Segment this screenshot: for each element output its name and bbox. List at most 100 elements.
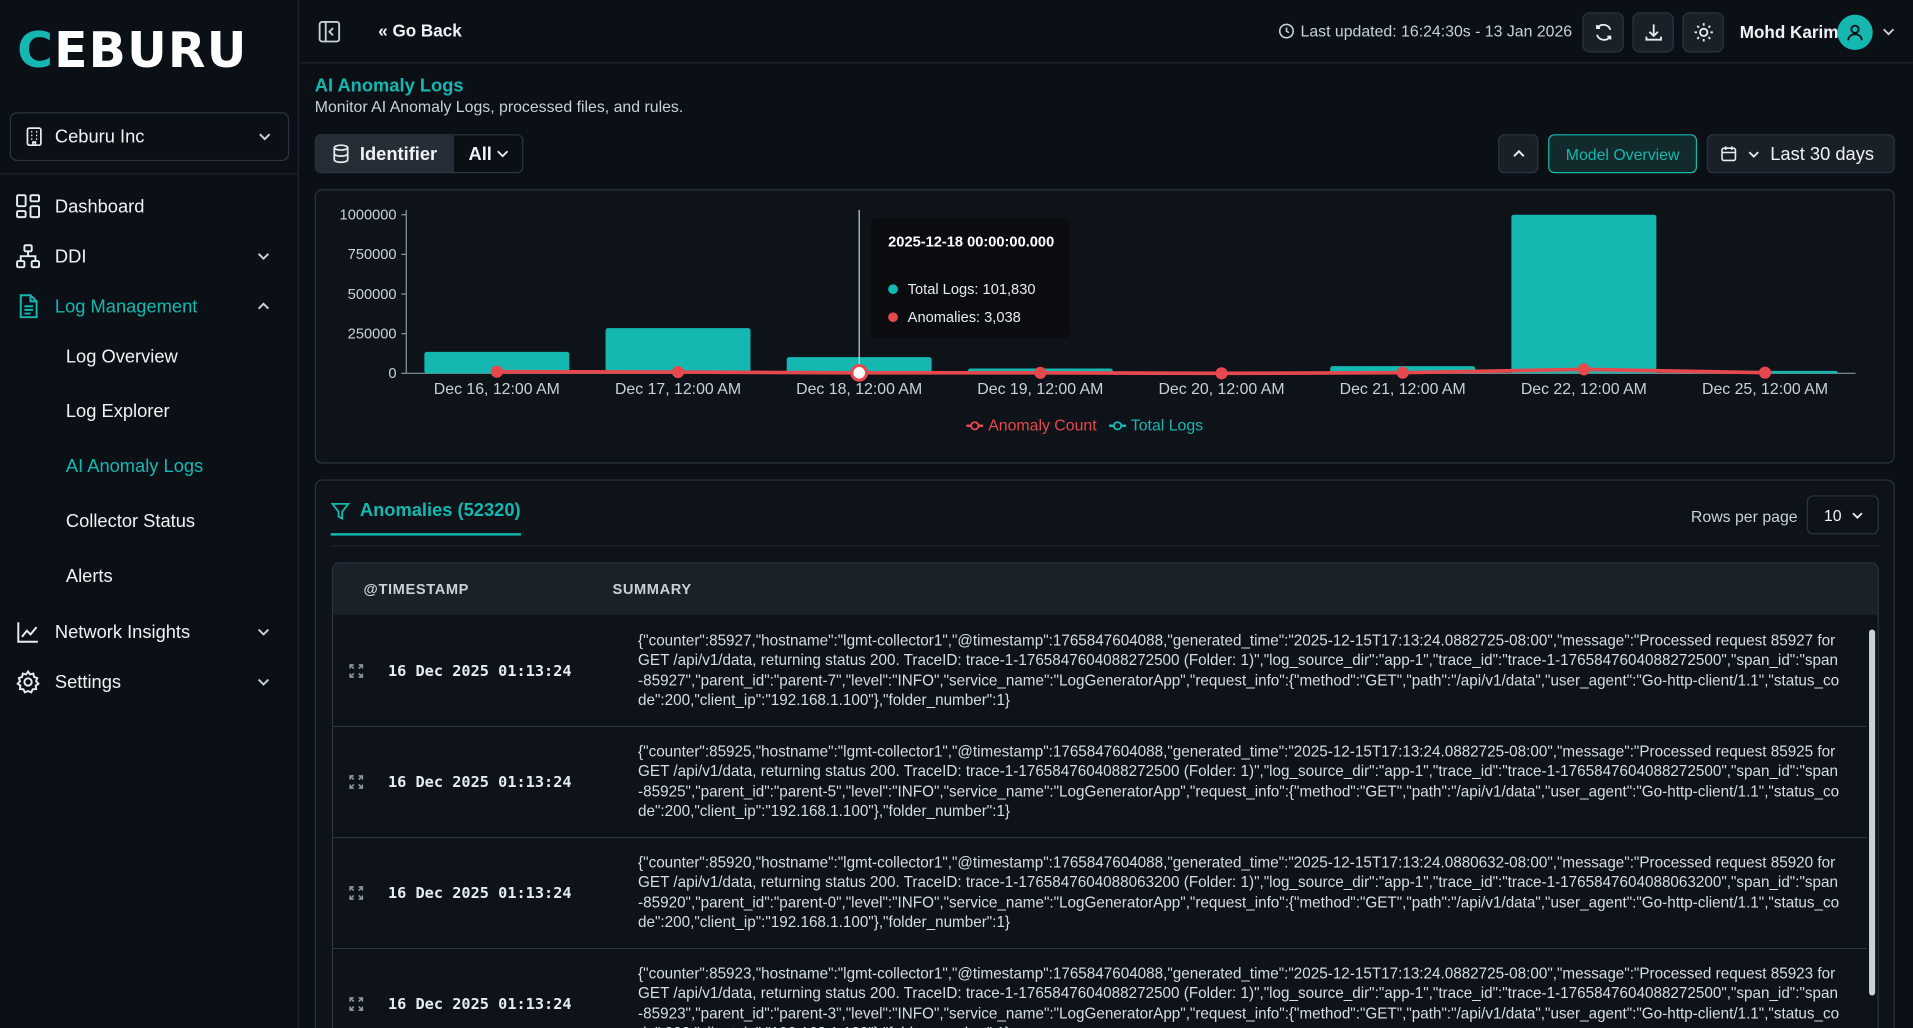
sidebar-item-ddi[interactable]: DDI bbox=[0, 234, 299, 278]
sidebar-subitem-alerts[interactable]: Alerts bbox=[66, 558, 113, 595]
tooltip-title: 2025-12-18 00:00:00.000 bbox=[888, 233, 1055, 251]
x-tick-label: Dec 21, 12:00 AM bbox=[1340, 381, 1466, 398]
identifier-filter: Identifier All bbox=[314, 134, 524, 174]
scrollbar-thumb[interactable] bbox=[1869, 629, 1876, 996]
row-summary: {"counter":85927,"hostname":"lgmt-collec… bbox=[638, 631, 1840, 709]
chevron-up-icon bbox=[1512, 149, 1524, 157]
rows-per-page-value: 10 bbox=[1823, 505, 1842, 524]
expand-icon[interactable] bbox=[348, 996, 365, 1013]
table-row[interactable]: 16 Dec 2025 01:13:24 {"counter":85925,"h… bbox=[333, 727, 1867, 839]
y-tick-label: 0 bbox=[388, 366, 396, 382]
sidebar-item-dashboard[interactable]: Dashboard bbox=[0, 184, 299, 228]
row-timestamp: 16 Dec 2025 01:13:24 bbox=[387, 994, 572, 1013]
table-row[interactable]: 16 Dec 2025 01:13:24 {"counter":85920,"h… bbox=[333, 838, 1867, 950]
theme-toggle-button[interactable] bbox=[1682, 12, 1724, 53]
chevron-down-icon bbox=[1852, 511, 1864, 519]
anomaly-dot-icon bbox=[888, 312, 898, 323]
sidebar-subitem-ai-anomaly-logs[interactable]: AI Anomaly Logs bbox=[66, 448, 203, 485]
anomalies-panel: Anomalies (52320) Rows per page 10 @TIME… bbox=[314, 479, 1895, 1028]
legend-total-logs[interactable]: Total Logs bbox=[1108, 416, 1204, 435]
document-icon bbox=[19, 294, 38, 319]
sidebar-subitem-log-explorer[interactable]: Log Explorer bbox=[66, 393, 170, 430]
column-header-timestamp[interactable]: @TIMESTAMP bbox=[364, 581, 470, 598]
building-icon bbox=[26, 127, 42, 147]
avatar[interactable] bbox=[1837, 14, 1873, 51]
y-tick-label: 1000000 bbox=[340, 208, 397, 224]
x-tick-label: Dec 22, 12:00 AM bbox=[1521, 381, 1647, 398]
expand-icon[interactable] bbox=[348, 662, 365, 679]
table-scrollbar[interactable] bbox=[1868, 617, 1878, 1007]
sidebar-subitem-log-overview[interactable]: Log Overview bbox=[66, 338, 178, 375]
expand-icon[interactable] bbox=[348, 885, 365, 902]
chevron-up-icon bbox=[257, 302, 270, 310]
rows-per-page-label: Rows per page bbox=[1690, 507, 1798, 526]
refresh-icon bbox=[1595, 23, 1611, 41]
x-tick-label: Dec 19, 12:00 AM bbox=[977, 381, 1103, 398]
legend-label: Total Logs bbox=[1130, 416, 1204, 435]
download-icon bbox=[1644, 24, 1662, 41]
chevron-down-icon bbox=[257, 678, 270, 686]
database-icon bbox=[333, 144, 349, 164]
filter-icon bbox=[330, 502, 351, 520]
table-row[interactable]: 16 Dec 2025 01:13:24 {"counter":85923,"h… bbox=[333, 949, 1867, 1028]
go-back-label: Go Back bbox=[392, 20, 462, 41]
expand-icon[interactable] bbox=[348, 773, 365, 790]
row-timestamp: 16 Dec 2025 01:13:24 bbox=[387, 772, 572, 791]
anomaly-point bbox=[1215, 367, 1228, 380]
row-summary: {"counter":85920,"hostname":"lgmt-collec… bbox=[638, 854, 1840, 931]
last-updated-text: Last updated: 16:24:30s - 13 Jan 2026 bbox=[1300, 21, 1573, 41]
sidebar-item-label: Log Management bbox=[54, 295, 198, 317]
user-name[interactable]: Mohd Karim bbox=[1740, 22, 1839, 42]
tooltip-anomalies: Anomalies: 3,038 bbox=[907, 308, 1021, 326]
legend-line-icon bbox=[966, 420, 984, 430]
topbar: « Go Back Last updated: 16:24:30s - 13 J… bbox=[300, 0, 1913, 64]
y-tick-label: 750000 bbox=[348, 247, 397, 263]
x-tick-label: Dec 25, 12:00 AM bbox=[1702, 381, 1828, 398]
table-header: @TIMESTAMP SUMMARY bbox=[333, 563, 1878, 615]
tooltip-total: Total Logs: 101,830 bbox=[907, 280, 1036, 298]
sidebar-item-log-management[interactable]: Log Management bbox=[0, 284, 299, 328]
sidebar-item-label: Settings bbox=[54, 671, 122, 693]
go-back-button[interactable]: « Go Back bbox=[378, 21, 462, 41]
date-range-select[interactable]: Last 30 days bbox=[1706, 134, 1895, 174]
chevron-down-icon bbox=[257, 628, 270, 636]
sidebar-item-settings[interactable]: Settings bbox=[0, 660, 299, 704]
tab-anomalies-label: Anomalies (52320) bbox=[359, 500, 521, 521]
column-header-summary[interactable]: SUMMARY bbox=[612, 581, 691, 598]
identifier-value: All bbox=[468, 143, 492, 165]
identifier-button[interactable]: Identifier bbox=[315, 135, 453, 173]
total-dot-icon bbox=[888, 284, 898, 295]
sidebar-item-network-insights[interactable]: Network Insights bbox=[0, 610, 299, 654]
anomaly-point bbox=[671, 365, 685, 379]
app-root: CEBURU Ceburu Inc Dashboard DDI Log Mana… bbox=[0, 0, 1913, 1028]
tab-anomalies[interactable]: Anomalies (52320) bbox=[330, 500, 521, 521]
legend-anomaly-count[interactable]: Anomaly Count bbox=[966, 416, 1097, 435]
chevron-down-icon bbox=[1748, 150, 1759, 158]
table-row[interactable]: 16 Dec 2025 01:13:24 {"counter":85927,"h… bbox=[333, 616, 1867, 728]
ceburu-logo[interactable]: CEBURU bbox=[17, 27, 261, 76]
sidebar-collapse-icon[interactable] bbox=[317, 20, 341, 44]
sidebar-subitem-collector-status[interactable]: Collector Status bbox=[66, 503, 195, 540]
row-summary: {"counter":85923,"hostname":"lgmt-collec… bbox=[638, 965, 1840, 1028]
refresh-button[interactable] bbox=[1582, 12, 1624, 53]
org-select[interactable]: Ceburu Inc bbox=[9, 112, 290, 162]
sidebar-divider bbox=[0, 173, 299, 175]
chevron-down-icon bbox=[257, 253, 270, 261]
x-tick-label: Dec 16, 12:00 AM bbox=[434, 381, 560, 398]
last-updated: Last updated: 16:24:30s - 13 Jan 2026 bbox=[1278, 21, 1573, 41]
rows-per-page-select[interactable]: 10 bbox=[1806, 495, 1879, 535]
download-button[interactable] bbox=[1632, 12, 1674, 53]
chevron-down-icon[interactable] bbox=[1881, 24, 1896, 39]
anomaly-point bbox=[490, 365, 503, 378]
row-summary: {"counter":85925,"hostname":"lgmt-collec… bbox=[638, 742, 1840, 820]
legend-label: Anomaly Count bbox=[988, 416, 1097, 435]
tab-underline bbox=[330, 533, 521, 536]
model-overview-button[interactable]: Model Overview bbox=[1548, 134, 1698, 174]
y-tick-label: 250000 bbox=[348, 327, 397, 343]
date-range-label: Last 30 days bbox=[1770, 143, 1874, 165]
sidebar-item-label: DDI bbox=[54, 245, 87, 267]
legend-line-icon bbox=[1108, 420, 1126, 430]
identifier-value-select[interactable]: All bbox=[452, 135, 523, 173]
anomalies-table: @TIMESTAMP SUMMARY 16 Dec 2025 01:13:24 … bbox=[331, 562, 1879, 1028]
collapse-chart-button[interactable] bbox=[1498, 134, 1539, 174]
